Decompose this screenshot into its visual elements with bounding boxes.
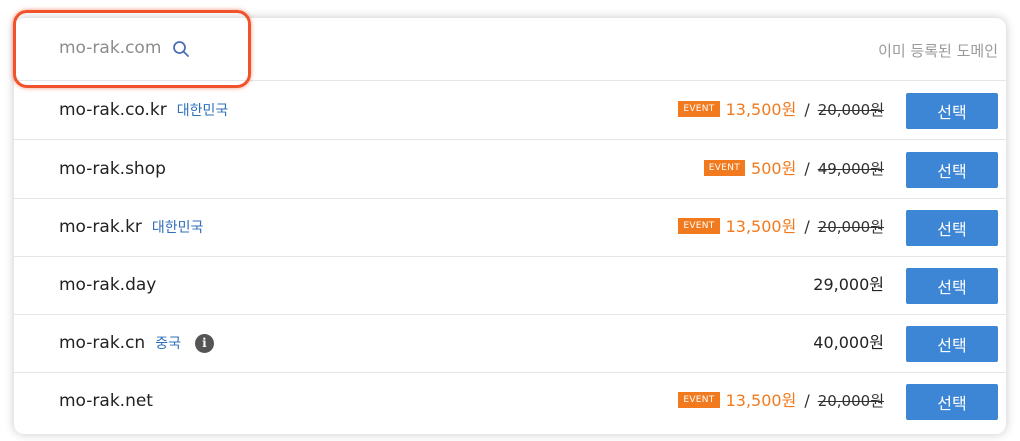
country-label: 대한민국 bbox=[151, 220, 204, 236]
select-button[interactable]: 선택 bbox=[906, 93, 998, 129]
event-badge: EVENT bbox=[678, 391, 720, 408]
domain-name: mo-rak.co.kr bbox=[59, 100, 167, 120]
sale-price: 500원 bbox=[751, 159, 797, 178]
select-button[interactable]: 선택 bbox=[906, 384, 998, 420]
price: 29,000원 bbox=[813, 275, 884, 294]
domain-name: mo-rak.cn bbox=[59, 333, 146, 353]
domain-row: mo-rak.kr 대한민국 EVENT 13,500원 / 20,000원 선택 bbox=[14, 198, 1006, 257]
domain-row: mo-rak.day 29,000원 선택 bbox=[14, 256, 1006, 315]
domain-name: mo-rak.shop bbox=[59, 159, 166, 179]
sale-price: 13,500원 bbox=[725, 391, 797, 410]
registered-status: 이미 등록된 도메인 bbox=[878, 42, 998, 60]
sale-price: 13,500원 bbox=[725, 217, 797, 236]
searched-domain: mo-rak.com bbox=[59, 38, 162, 58]
select-button[interactable]: 선택 bbox=[906, 326, 998, 362]
select-button[interactable]: 선택 bbox=[906, 152, 998, 188]
price-separator: / bbox=[804, 391, 810, 410]
original-price: 20,000원 bbox=[817, 101, 884, 119]
domain-results-card: mo-rak.com 이미 등록된 도메인 mo-rak.co.kr 대한민국 E… bbox=[14, 18, 1006, 434]
domain-row: mo-rak.net EVENT 13,500원 / 20,000원 선택 bbox=[14, 372, 1006, 430]
event-badge: EVENT bbox=[678, 217, 720, 234]
searched-domain-row: mo-rak.com 이미 등록된 도메인 bbox=[14, 18, 1006, 81]
price: 40,000원 bbox=[813, 333, 884, 352]
original-price: 49,000원 bbox=[817, 160, 884, 178]
price-separator: / bbox=[804, 159, 810, 178]
domain-row: mo-rak.cn 중국 i 40,000원 선택 bbox=[14, 314, 1006, 373]
price-separator: / bbox=[804, 100, 810, 119]
price-separator: / bbox=[804, 217, 810, 236]
domain-name: mo-rak.net bbox=[59, 391, 153, 411]
country-label: 중국 bbox=[155, 336, 181, 352]
country-label: 대한민국 bbox=[176, 103, 229, 119]
original-price: 20,000원 bbox=[817, 392, 884, 410]
select-button[interactable]: 선택 bbox=[906, 210, 998, 246]
event-badge: EVENT bbox=[703, 159, 746, 176]
original-price: 20,000원 bbox=[817, 218, 884, 236]
sale-price: 13,500원 bbox=[725, 100, 797, 119]
info-icon[interactable]: i bbox=[194, 333, 214, 353]
domain-row: mo-rak.co.kr 대한민국 EVENT 13,500원 / 20,000원 선택 bbox=[14, 81, 1006, 140]
event-badge: EVENT bbox=[678, 100, 720, 117]
domain-name: mo-rak.day bbox=[59, 275, 157, 295]
domain-row: mo-rak.shop EVENT 500원 / 49,000원 선택 bbox=[14, 140, 1006, 199]
domain-name: mo-rak.kr bbox=[59, 217, 142, 237]
select-button[interactable]: 선택 bbox=[906, 268, 998, 304]
search-icon[interactable] bbox=[172, 40, 190, 58]
